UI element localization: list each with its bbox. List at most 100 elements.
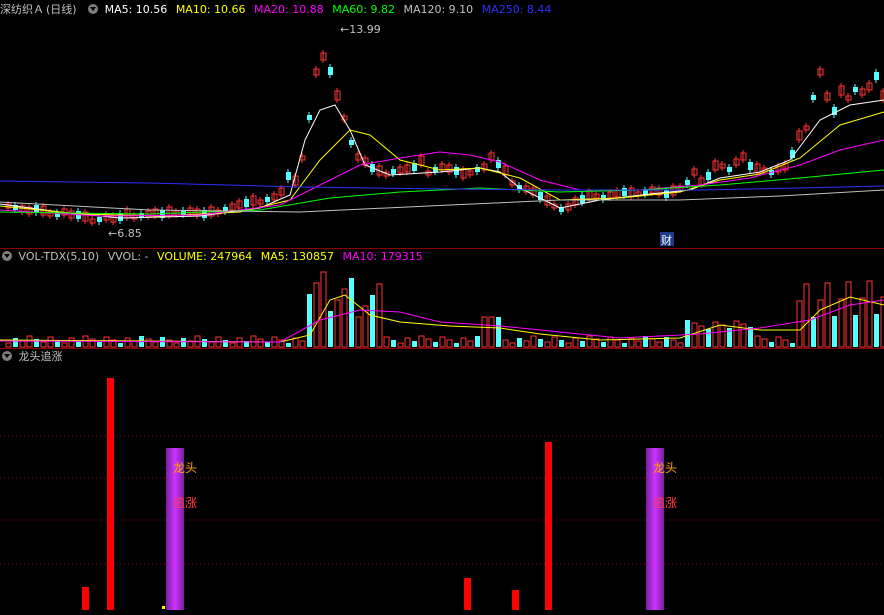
volume-bar: [454, 343, 459, 347]
indicator-label-bottom: 追涨: [173, 495, 197, 510]
volume-bar: [530, 335, 537, 348]
ma-lines: [0, 99, 884, 219]
cai-badge-label: 财: [661, 233, 672, 247]
volume-bar: [517, 338, 522, 347]
candle-body: [391, 169, 396, 174]
candlestick-series: [5, 50, 884, 226]
low-price-label: ←6.85: [108, 227, 142, 240]
volume-bar: [698, 325, 705, 348]
volume-bar: [845, 281, 852, 348]
volume-bar: [320, 271, 327, 348]
indicator-label-top: 龙头: [653, 461, 677, 475]
volume-bar: [838, 298, 845, 348]
volume-bar: [355, 316, 362, 348]
volume-bar: [811, 317, 816, 347]
candle-body: [97, 217, 102, 222]
volume-bar: [265, 342, 270, 347]
volume-bar: [341, 288, 348, 348]
volume-bar: [292, 337, 299, 348]
volume-bar: [460, 337, 467, 348]
volume-bar: [859, 297, 866, 348]
candle-body: [307, 115, 312, 120]
candle-body: [748, 162, 753, 170]
indicator-bar: [464, 578, 471, 610]
volume-bar: [538, 339, 543, 347]
volume-bar: [607, 336, 614, 348]
volume-bar: [19, 340, 26, 348]
volume-bar: [580, 341, 585, 347]
volume-bar: [404, 337, 411, 348]
volume-bar: [208, 341, 215, 348]
volume-bar: [334, 299, 341, 348]
ma60-line: [0, 169, 884, 215]
volume-bar: [565, 342, 572, 348]
volume-bar: [824, 282, 831, 348]
volume-bar: [551, 336, 558, 348]
volume-bar: [257, 338, 264, 348]
volume-bar: [47, 336, 54, 348]
volume-bar: [509, 342, 516, 348]
volume-bar: [706, 329, 711, 347]
volume-bar: [866, 280, 873, 348]
volume-bar: [748, 327, 753, 347]
volume-bar: [307, 294, 312, 347]
volume-bar: [790, 343, 795, 347]
ma20-line: [0, 139, 884, 217]
candle-body: [349, 140, 354, 145]
volume-bar: [769, 342, 774, 347]
volume-bar: [488, 316, 495, 348]
volume-bar: [614, 339, 621, 348]
volume-bar: [685, 320, 690, 347]
volume-bar: [425, 338, 432, 348]
candle-body: [265, 197, 270, 202]
volume-bar: [370, 295, 375, 347]
volume-bar: [202, 339, 207, 347]
volume-bar: [383, 336, 390, 348]
volume-bar: [775, 336, 782, 348]
volume-bar: [523, 340, 530, 348]
volume-bar: [118, 343, 123, 347]
volume-bar: [223, 340, 228, 347]
ma5-line: [0, 99, 884, 219]
volume-bar: [677, 342, 684, 348]
candle-body: [622, 188, 627, 196]
volume-bar: [635, 340, 642, 348]
volume-bar: [803, 283, 810, 348]
volume-bar: [391, 340, 396, 347]
indicator-bar: [512, 590, 519, 610]
volume-bar: [544, 341, 551, 348]
volume-bar: [145, 338, 152, 348]
volume-bar: [328, 311, 333, 347]
volume-bar: [76, 341, 81, 347]
volume-bar: [376, 283, 383, 348]
volume-bar: [559, 340, 564, 347]
volume-bar: [496, 317, 501, 347]
candle-body: [685, 180, 690, 185]
candle-body: [328, 67, 333, 75]
volume-bar: [817, 299, 824, 348]
volume-bar: [572, 337, 579, 348]
volume-bar: [313, 282, 320, 348]
candle-body: [811, 95, 816, 100]
volume-bar: [13, 338, 18, 347]
volume-bar: [124, 337, 131, 348]
volume-bar: [475, 336, 480, 347]
volume-bar: [481, 316, 488, 348]
volume-bar: [502, 339, 509, 348]
indicator-label-bottom: 追涨: [653, 495, 677, 510]
volume-bar: [433, 342, 438, 347]
candle-body: [727, 167, 732, 172]
candle-body: [706, 172, 711, 180]
volume-bar: [103, 336, 110, 348]
volume-bar: [299, 340, 306, 348]
indicator-bar: [545, 442, 552, 610]
kline-chart[interactable]: 龙头追涨 龙头追涨 ←13.99 ←6.85 财: [0, 0, 884, 615]
volume-bar: [719, 324, 726, 348]
candle-body: [874, 72, 879, 80]
volume-bar: [173, 342, 180, 348]
indicator-marker: [162, 606, 165, 609]
volume-bar: [874, 314, 879, 347]
volume-bar: [5, 342, 12, 348]
volume-bar: [586, 335, 593, 348]
indicator-label-top: 龙头: [173, 461, 197, 475]
